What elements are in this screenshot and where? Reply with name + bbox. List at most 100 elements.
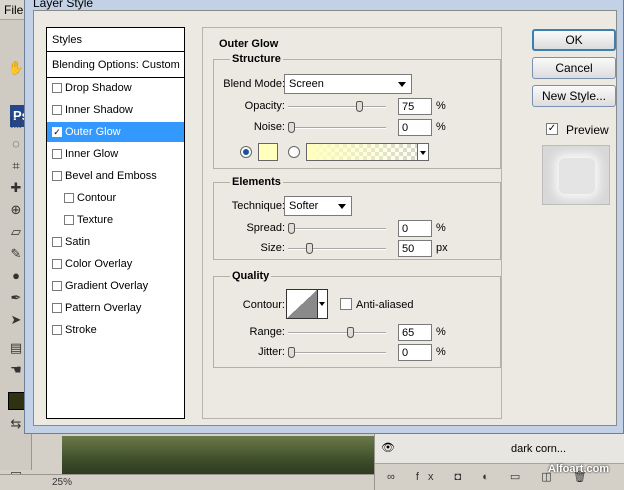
size-slider-thumb[interactable] <box>306 243 313 254</box>
gradient-radio[interactable] <box>288 146 300 158</box>
noise-input[interactable]: 0 <box>398 119 432 136</box>
opacity-slider-thumb[interactable] <box>355 101 363 112</box>
style-checkbox[interactable] <box>52 105 62 115</box>
style-item-label: Inner Shadow <box>65 104 133 116</box>
ok-button[interactable]: OK <box>532 29 616 51</box>
jitter-input[interactable]: 0 <box>398 344 432 361</box>
range-unit: % <box>436 326 446 338</box>
style-item-label: Satin <box>65 236 91 248</box>
contour-picker-button[interactable] <box>318 289 328 319</box>
glow-gradient-swatch[interactable] <box>306 143 418 161</box>
size-input[interactable]: 50 <box>398 240 432 257</box>
solid-color-radio[interactable] <box>240 146 252 158</box>
crop-tool-icon[interactable]: ⌗ <box>7 158 25 174</box>
chevron-down-icon <box>398 82 406 87</box>
size-slider[interactable] <box>288 243 386 254</box>
style-checkbox[interactable] <box>52 149 62 159</box>
dialog-body: Styles Blending Options: Custom Drop Sha… <box>33 10 617 426</box>
layer-row[interactable]: 👁 dark corn... <box>375 434 624 464</box>
style-item-texture[interactable]: Texture <box>47 210 184 230</box>
style-item-label: Pattern Overlay <box>65 302 142 314</box>
style-checkbox[interactable] <box>52 171 62 181</box>
style-item-gradient-overlay[interactable]: Gradient Overlay <box>47 276 184 296</box>
lasso-tool-icon[interactable]: ◌ <box>7 136 25 152</box>
gradient-picker-button[interactable] <box>417 143 429 161</box>
preview-glow-shape <box>559 158 595 194</box>
range-input[interactable]: 65 <box>398 324 432 341</box>
style-item-satin[interactable]: Satin <box>47 232 184 252</box>
noise-slider[interactable] <box>288 122 386 133</box>
style-item-contour[interactable]: Contour <box>47 188 184 208</box>
style-checkbox[interactable] <box>52 281 62 291</box>
style-item-label: Inner Glow <box>65 148 119 160</box>
menu-file[interactable]: File <box>4 3 23 17</box>
cancel-button[interactable]: Cancel <box>532 57 616 79</box>
style-checkbox[interactable] <box>64 193 74 203</box>
style-item-drop-shadow[interactable]: Drop Shadow <box>47 78 184 98</box>
opacity-unit: % <box>436 100 446 112</box>
range-slider[interactable] <box>288 327 386 338</box>
glow-color-swatch[interactable] <box>258 143 278 161</box>
style-checkbox[interactable] <box>52 303 62 313</box>
styles-header[interactable]: Styles <box>47 28 184 52</box>
contour-preview[interactable] <box>286 289 318 319</box>
style-item-stroke[interactable]: Stroke <box>47 320 184 340</box>
brush-tool-icon[interactable]: ✎ <box>7 246 25 262</box>
style-item-inner-glow[interactable]: Inner Glow <box>47 144 184 164</box>
range-label: Range: <box>249 326 285 338</box>
spread-input[interactable]: 0 <box>398 220 432 237</box>
layer-name: dark corn... <box>511 443 567 455</box>
style-item-color-overlay[interactable]: Color Overlay <box>47 254 184 274</box>
outer-glow-title: Outer Glow <box>219 38 279 50</box>
spread-slider-thumb[interactable] <box>288 223 295 234</box>
blend-mode-label: Blend Mode: <box>223 78 285 90</box>
blending-options-item[interactable]: Blending Options: Custom <box>47 52 184 78</box>
hand-grab-icon[interactable]: ✋ <box>7 60 25 76</box>
style-item-label: Drop Shadow <box>65 82 132 94</box>
technique-select[interactable]: Softer <box>284 196 352 216</box>
new-style-button[interactable]: New Style... <box>532 85 616 107</box>
opacity-slider[interactable] <box>288 101 386 112</box>
visibility-eye-icon[interactable]: 👁 <box>381 441 395 454</box>
style-checkbox[interactable] <box>52 325 62 335</box>
style-checkbox[interactable]: ✓ <box>52 127 62 137</box>
heal-tool-icon[interactable]: ✚ <box>7 180 25 196</box>
hand-tool-icon[interactable]: ☚ <box>7 362 25 378</box>
blend-mode-select[interactable]: Screen <box>284 74 412 94</box>
style-checkbox[interactable] <box>64 215 74 225</box>
style-checkbox[interactable] <box>52 237 62 247</box>
style-checkbox[interactable] <box>52 259 62 269</box>
blend-mode-value: Screen <box>289 78 324 90</box>
dodge-tool-icon[interactable]: ● <box>7 268 25 284</box>
pen-tool-icon[interactable]: ✒ <box>7 290 25 306</box>
contour-label: Contour: <box>242 299 285 311</box>
opacity-input[interactable]: 75 <box>398 98 432 115</box>
jitter-slider-thumb[interactable] <box>288 347 295 358</box>
preview-label: Preview <box>566 123 609 137</box>
document-canvas[interactable] <box>62 436 374 476</box>
noise-slider-thumb[interactable] <box>288 122 295 133</box>
notes-tool-icon[interactable]: ▤ <box>7 340 25 356</box>
anti-aliased-label: Anti-aliased <box>356 299 414 311</box>
preview-checkbox[interactable]: ✓ <box>546 123 558 135</box>
spread-slider[interactable] <box>288 223 386 234</box>
style-item-bevel-and-emboss[interactable]: Bevel and Emboss <box>47 166 184 186</box>
style-item-inner-shadow[interactable]: Inner Shadow <box>47 100 184 120</box>
quality-group: Quality Contour: Anti-aliased Range: 65 … <box>213 270 501 368</box>
range-slider-thumb[interactable] <box>346 327 354 338</box>
styles-list: Styles Blending Options: Custom Drop Sha… <box>46 27 185 419</box>
anti-aliased-checkbox[interactable] <box>340 298 352 310</box>
jitter-slider[interactable] <box>288 347 386 358</box>
style-checkbox[interactable] <box>52 83 62 93</box>
style-item-outer-glow[interactable]: ✓ Outer Glow <box>47 122 184 142</box>
swap-colors-icon[interactable]: ⇆ <box>7 416 25 432</box>
marquee-tool-icon[interactable]: ⬚ <box>7 114 25 130</box>
zoom-level[interactable]: 25% <box>52 477 72 488</box>
chevron-down-icon <box>420 151 426 155</box>
quality-title: Quality <box>230 270 272 282</box>
eraser-tool-icon[interactable]: ▱ <box>7 224 25 240</box>
size-label: Size: <box>260 242 285 254</box>
clone-tool-icon[interactable]: ⊕ <box>7 202 25 218</box>
move-tool-icon[interactable]: ➤ <box>7 312 25 328</box>
style-item-pattern-overlay[interactable]: Pattern Overlay <box>47 298 184 318</box>
